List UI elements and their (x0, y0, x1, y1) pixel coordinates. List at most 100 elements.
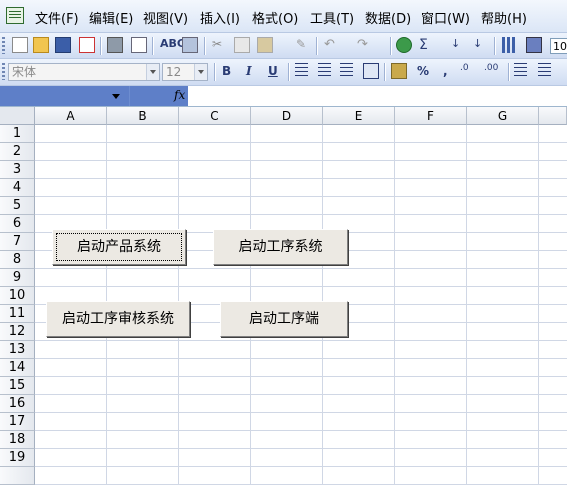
column-header-a[interactable]: A (35, 107, 107, 125)
start-process-review-system-button[interactable]: 启动工序审核系统 (46, 301, 190, 337)
underline-button[interactable]: U (268, 64, 278, 78)
font-name-combo[interactable]: 宋体 (8, 63, 160, 81)
row-header[interactable]: 19 (0, 449, 35, 467)
column-header-d[interactable]: D (251, 107, 323, 125)
chart-wizard-icon[interactable] (502, 37, 518, 53)
row-header[interactable]: 10 (0, 287, 35, 305)
row-header[interactable]: 17 (0, 413, 35, 431)
toolbar-separator (508, 63, 510, 81)
zoom-box[interactable]: 100 (550, 38, 567, 54)
row-header[interactable]: 5 (0, 197, 35, 215)
start-process-terminal-button[interactable]: 启动工序端 (220, 301, 348, 337)
row-header[interactable]: 18 (0, 431, 35, 449)
new-document-icon[interactable] (12, 37, 28, 53)
start-product-system-button[interactable]: 启动产品系统 (52, 229, 186, 265)
row-header[interactable]: 14 (0, 359, 35, 377)
toolbar-grip[interactable] (2, 63, 5, 80)
format-painter-icon[interactable]: ✎ (296, 37, 312, 53)
menu-edit[interactable]: 编辑(E) (89, 8, 133, 27)
toolbar-separator (316, 37, 318, 55)
column-header-b[interactable]: B (107, 107, 179, 125)
print-preview-icon[interactable] (131, 37, 147, 53)
row-header[interactable]: 11 (0, 305, 35, 323)
menu-file[interactable]: 文件(F) (35, 8, 79, 27)
open-folder-icon[interactable] (33, 37, 49, 53)
worksheet-grid[interactable]: A B C D E F G 1 2 3 4 5 6 7 8 9 10 11 12… (0, 107, 567, 485)
save-icon[interactable] (55, 37, 71, 53)
align-right-icon[interactable] (340, 63, 353, 79)
row-header[interactable]: 6 (0, 215, 35, 233)
paste-icon[interactable] (257, 37, 273, 53)
menu-insert[interactable]: 插入(I) (200, 8, 240, 27)
column-header-g[interactable]: G (467, 107, 539, 125)
italic-button[interactable]: I (246, 64, 252, 78)
chevron-down-icon[interactable] (194, 64, 207, 80)
select-all-corner[interactable] (0, 107, 35, 125)
insert-function-area: fx (130, 86, 188, 106)
menu-window[interactable]: 窗口(W) (421, 8, 470, 27)
bold-button[interactable]: B (222, 64, 231, 78)
row-header[interactable]: 9 (0, 269, 35, 287)
menu-view[interactable]: 视图(V) (143, 8, 188, 27)
name-box[interactable] (0, 86, 130, 106)
row-header[interactable]: 4 (0, 179, 35, 197)
comma-button[interactable]: , (443, 64, 448, 78)
excel-app-icon[interactable] (6, 7, 24, 24)
align-center-icon[interactable] (318, 63, 331, 79)
decrease-indent-icon[interactable] (514, 63, 527, 79)
hyperlink-icon[interactable] (396, 37, 412, 53)
chevron-down-icon[interactable] (146, 64, 159, 80)
toolbar-separator (100, 37, 102, 55)
merge-center-icon[interactable] (363, 63, 379, 79)
formatting-toolbar: 宋体 12 B I U % , .0 .00 (0, 59, 567, 86)
row-header[interactable]: 7 (0, 233, 35, 251)
row-header[interactable]: 15 (0, 377, 35, 395)
spelling-icon[interactable]: ABC (160, 37, 185, 53)
menu-tools[interactable]: 工具(T) (310, 8, 354, 27)
increase-indent-icon[interactable] (538, 63, 551, 79)
redo-icon[interactable]: ↷ (357, 37, 373, 53)
print-icon[interactable] (107, 37, 123, 53)
toolbar-separator (288, 63, 290, 81)
row-header[interactable]: 8 (0, 251, 35, 269)
row-header[interactable]: 2 (0, 143, 35, 161)
column-header-e[interactable]: E (323, 107, 395, 125)
menu-data[interactable]: 数据(D) (365, 8, 411, 27)
row-header[interactable]: 12 (0, 323, 35, 341)
row-header[interactable]: 13 (0, 341, 35, 359)
toolbar-separator (204, 37, 206, 55)
percent-button[interactable]: % (417, 64, 429, 78)
font-size-combo[interactable]: 12 (162, 63, 208, 81)
increase-decimal-icon[interactable]: .0 (460, 63, 476, 79)
copy-icon[interactable] (234, 37, 250, 53)
column-header-c[interactable]: C (179, 107, 251, 125)
column-header-f[interactable]: F (395, 107, 467, 125)
row-header[interactable]: 3 (0, 161, 35, 179)
autosum-icon[interactable]: Σ (419, 37, 435, 53)
chevron-down-icon[interactable] (112, 94, 120, 99)
standard-toolbar: ABC ✂ ✎ ↶ ↷ Σ ↓ ↓ 100 (0, 33, 567, 59)
permission-icon[interactable] (79, 37, 95, 53)
toolbar-separator (494, 37, 496, 55)
drawing-icon[interactable] (526, 37, 542, 53)
column-header-h[interactable] (539, 107, 567, 125)
font-name-value: 宋体 (12, 65, 37, 79)
undo-icon[interactable]: ↶ (324, 37, 340, 53)
insert-function-icon[interactable]: fx (174, 88, 185, 102)
cut-icon[interactable]: ✂ (212, 37, 228, 53)
menu-help[interactable]: 帮助(H) (481, 8, 527, 27)
row-header[interactable] (0, 467, 35, 485)
start-process-system-button[interactable]: 启动工序系统 (213, 229, 348, 265)
sort-descending-icon[interactable]: ↓ (473, 37, 489, 53)
row-header[interactable]: 1 (0, 125, 35, 143)
row-header[interactable]: 16 (0, 395, 35, 413)
menu-format[interactable]: 格式(O) (252, 8, 298, 27)
toolbar-separator (152, 37, 154, 55)
currency-icon[interactable] (391, 63, 407, 79)
toolbar-separator (384, 63, 386, 81)
sort-ascending-icon[interactable]: ↓ (451, 37, 467, 53)
align-left-icon[interactable] (295, 63, 308, 79)
decrease-decimal-icon[interactable]: .00 (484, 63, 500, 79)
toolbar-grip[interactable] (2, 37, 5, 54)
research-icon[interactable] (182, 37, 198, 53)
